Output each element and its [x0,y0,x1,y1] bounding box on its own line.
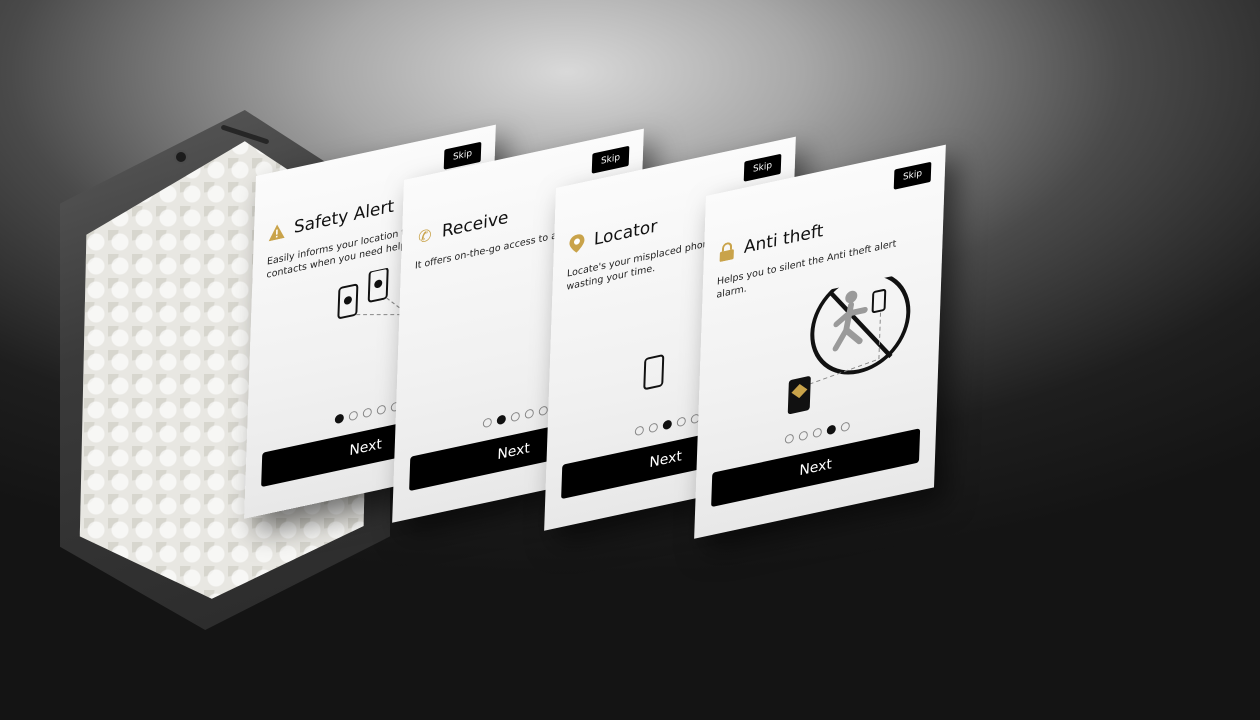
phone-call-icon: ✆ [417,224,432,247]
page-dot[interactable] [798,430,808,442]
page-dot[interactable] [376,404,386,416]
page-dot[interactable] [662,419,672,431]
page-dot[interactable] [362,407,372,419]
page-dot[interactable] [812,427,822,439]
skip-button[interactable]: Skip [743,153,782,182]
camera-icon [174,150,188,164]
skip-button[interactable]: Skip [591,145,630,174]
page-dot[interactable] [510,411,520,423]
location-pin-icon [568,233,587,255]
page-dot[interactable] [634,425,644,437]
lock-icon [718,241,737,263]
page-dot[interactable] [840,421,850,433]
next-button[interactable]: Next [711,428,921,508]
page-dot[interactable] [648,422,658,434]
page-dot[interactable] [784,433,794,445]
page-dot[interactable] [348,410,358,422]
screen-header: Locator [568,216,658,255]
page-dot[interactable] [826,424,836,436]
page-dot[interactable] [482,417,492,429]
page-dot[interactable] [524,408,534,420]
page-dot[interactable] [538,405,548,417]
page-dot[interactable] [334,413,344,425]
screen-title: Anti theft [743,220,824,258]
screen-title: Locator [593,216,658,250]
skip-button[interactable]: Skip [893,161,932,190]
page-dot[interactable] [496,414,506,426]
page-dot[interactable] [676,416,686,428]
onboarding-screen-anti-theft: Skip Anti theft Helps you to silent the … [694,144,946,539]
warning-icon [268,221,287,243]
screen-title: Receive [441,207,509,242]
